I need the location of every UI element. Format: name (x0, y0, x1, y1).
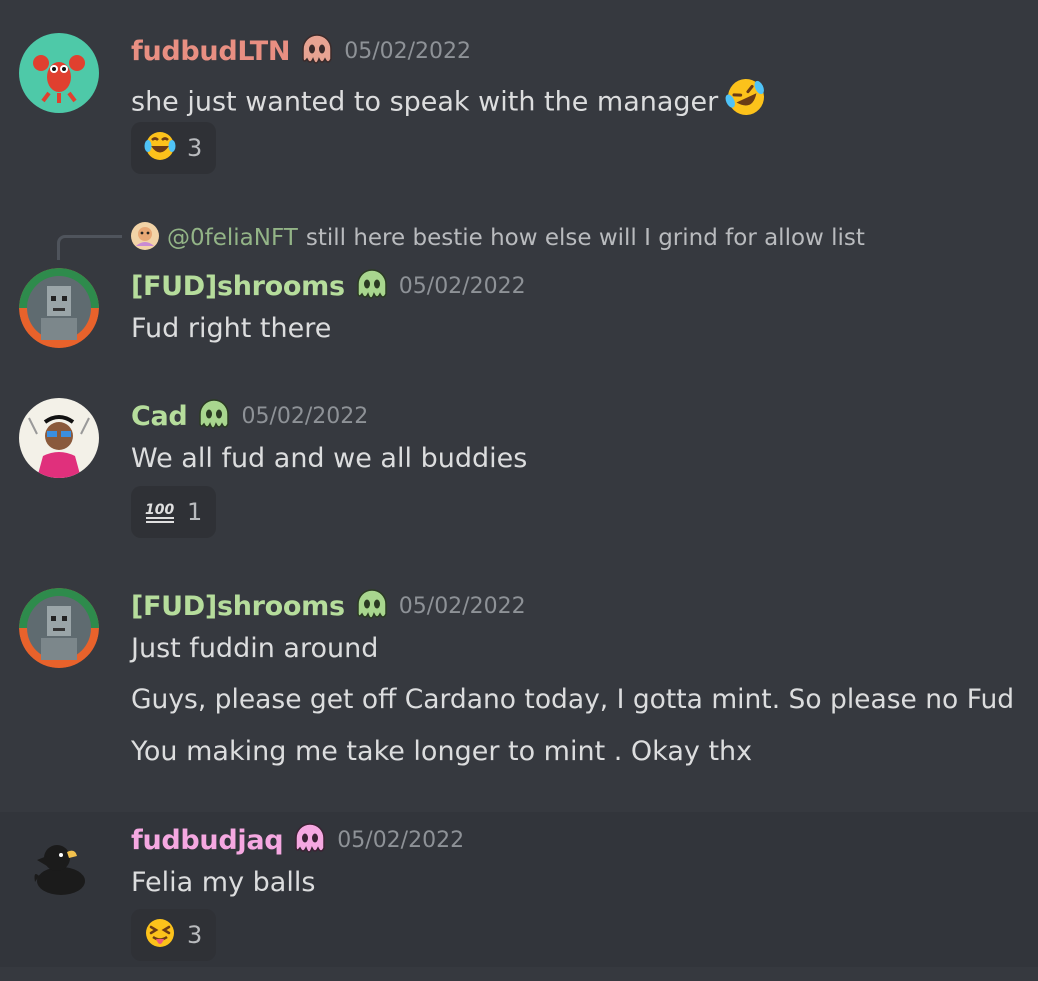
message-group: Cad 05/02/2022 We all fud and we all bud… (0, 380, 1038, 555)
pixel-character-avatar[interactable] (19, 268, 99, 348)
message-text: Fud right there (131, 313, 332, 344)
message-group: fudbudjaq 05/02/2022 Felia my balls 3 (0, 812, 1038, 967)
message-text: Just fuddin around (131, 633, 379, 664)
svg-text:100: 100 (145, 502, 174, 518)
cartoon-person-avatar[interactable] (19, 398, 99, 478)
melting-face-role-icon (355, 589, 389, 623)
melting-face-role-icon (300, 34, 334, 68)
reaction-count: 3 (187, 134, 203, 162)
username[interactable]: [FUD]shrooms (131, 271, 345, 302)
melting-face-role-icon (197, 399, 231, 433)
message-text: You making me take longer to mint . Okay… (131, 736, 753, 767)
username[interactable]: fudbudjaq (131, 825, 284, 856)
black-duck-avatar[interactable] (19, 826, 99, 906)
message-timestamp: 05/02/2022 (344, 38, 472, 64)
username[interactable]: fudbudLTN (131, 36, 291, 67)
username[interactable]: Cad (131, 401, 188, 432)
message-timestamp: 05/02/2022 (398, 273, 526, 299)
reply-text: still here bestie how else will I grind … (305, 225, 865, 251)
message-text: Felia my balls (131, 867, 316, 898)
message-text: she just wanted to speak with the manage… (131, 75, 768, 131)
message-group: [FUD]shrooms 05/02/2022 Just fuddin arou… (0, 570, 1038, 795)
melting-face-role-icon (355, 269, 389, 303)
hundred-emoji: 100 (143, 493, 177, 531)
message-text: We all fud and we all buddies (131, 443, 528, 474)
reply-mention[interactable]: @0feliaNFT (167, 225, 298, 251)
reply-preview[interactable]: @0feliaNFT still here bestie how else wi… (131, 221, 865, 255)
tongue-squint-emoji (143, 916, 177, 954)
pixel-character-avatar[interactable] (19, 588, 99, 668)
message-timestamp: 05/02/2022 (337, 827, 465, 853)
reaction-button[interactable]: 3 (131, 122, 217, 174)
chat-message-list: fudbudLTN 05/02/2022 she just wanted to … (0, 0, 1038, 981)
melting-face-role-icon (293, 823, 327, 857)
small-reply-avatar (131, 222, 159, 254)
reaction-button[interactable]: 3 (131, 909, 217, 961)
reply-spine (57, 235, 122, 260)
rofl-emoji (724, 75, 768, 131)
message-timestamp: 05/02/2022 (241, 403, 369, 429)
reaction-count: 1 (187, 498, 203, 526)
username[interactable]: [FUD]shrooms (131, 591, 345, 622)
reaction-button[interactable]: 100 1 (131, 486, 217, 538)
lobster-avatar[interactable] (19, 33, 99, 113)
reaction-count: 3 (187, 921, 203, 949)
message-timestamp: 05/02/2022 (398, 593, 526, 619)
message-group: fudbudLTN 05/02/2022 she just wanted to … (0, 0, 1038, 190)
message-group: @0feliaNFT still here bestie how else wi… (0, 205, 1038, 365)
message-text: Guys, please get off Cardano today, I go… (131, 684, 1015, 715)
joy-emoji (143, 129, 177, 167)
